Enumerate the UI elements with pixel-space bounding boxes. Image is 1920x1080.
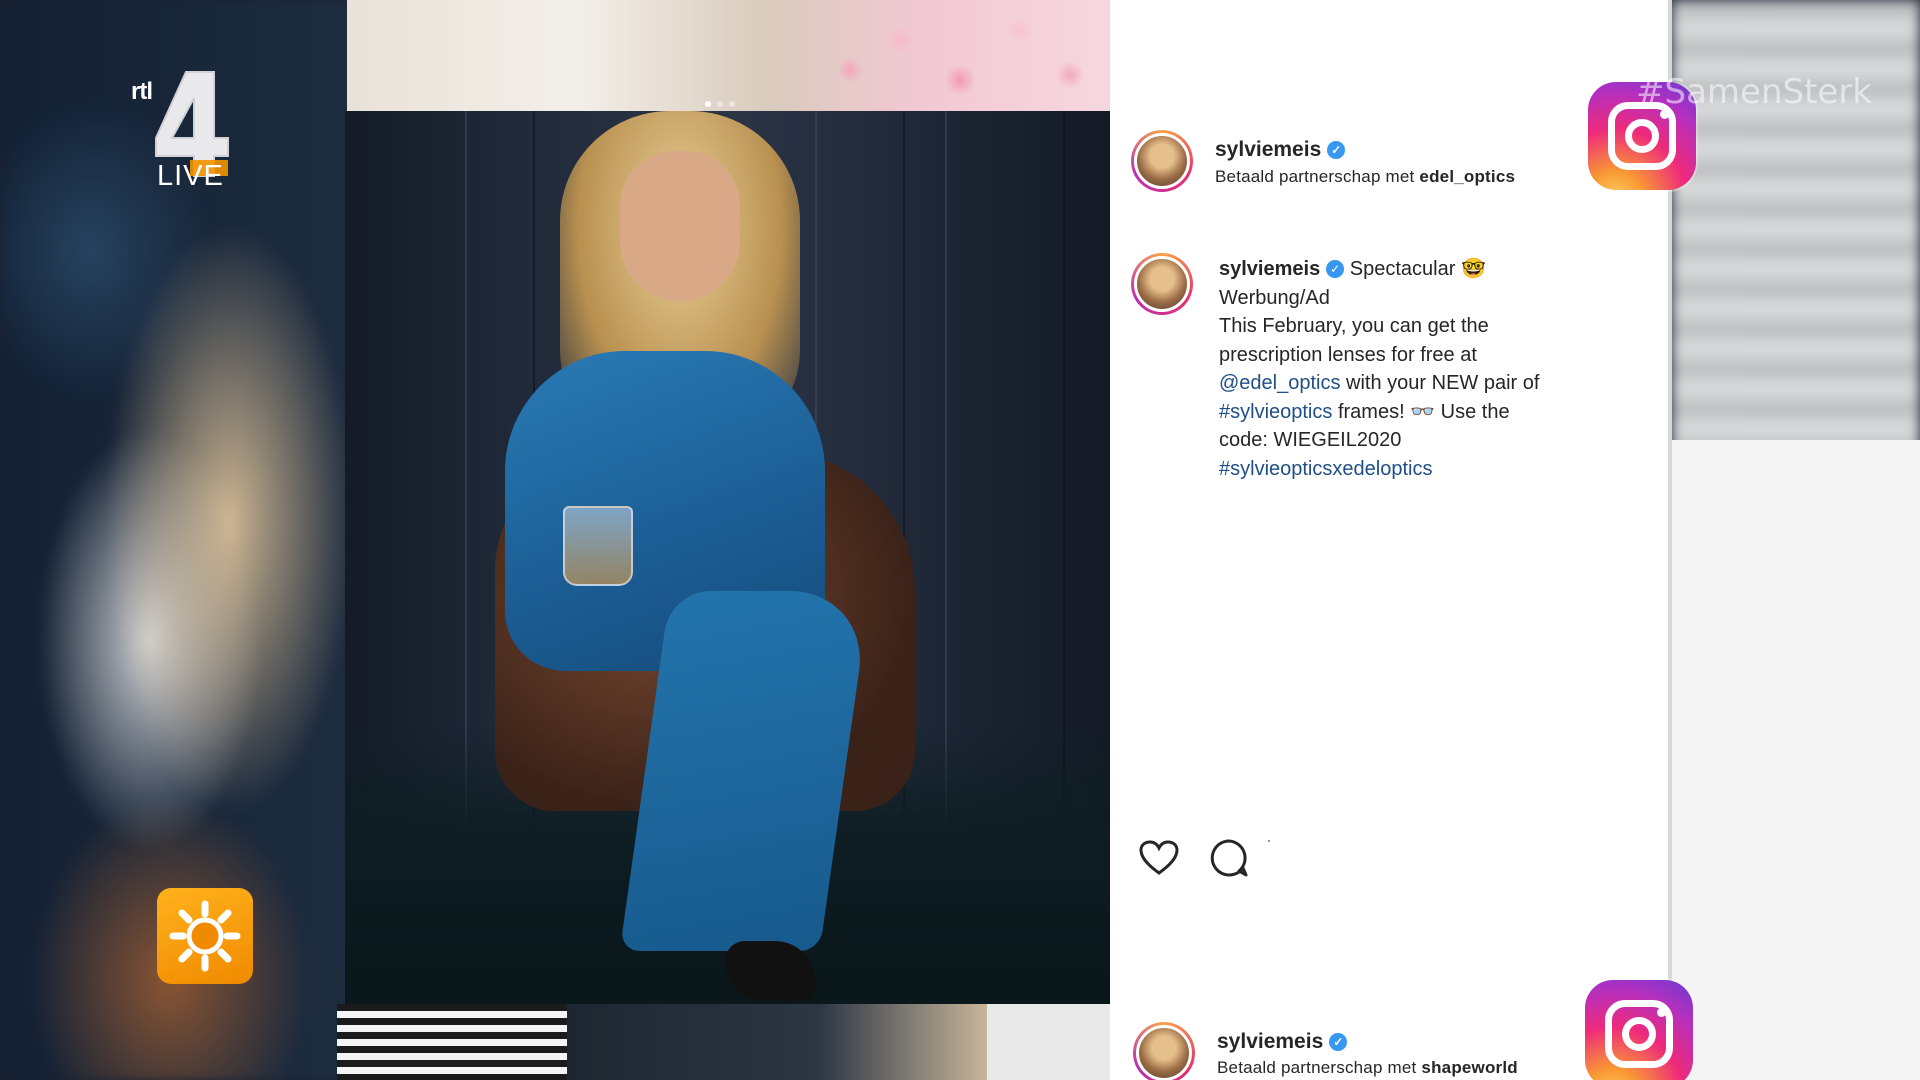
next-image-dark-area — [567, 1004, 987, 1080]
post-panel — [1110, 0, 1668, 1080]
instagram-logo-icon-2 — [1585, 980, 1693, 1080]
partnership-prefix: Betaald partnerschap met — [1215, 167, 1415, 186]
caption-line-4: #sylvieoptics frames! 👓 Use the — [1219, 398, 1639, 427]
next-post-image — [337, 1004, 1110, 1080]
caption-line-ad: Werbung/Ad — [1219, 286, 1330, 309]
post-header-username[interactable]: sylviemeis — [1215, 138, 1321, 161]
post-header-partnership: Betaald partnerschap met edel_optics — [1215, 167, 1515, 187]
post-actions — [1139, 838, 1249, 878]
verified-badge-icon: ✓ — [1327, 141, 1346, 159]
channel-name: rtl — [131, 78, 153, 105]
next-post-partnership: Betaald partnerschap met shapeworld — [1217, 1058, 1518, 1078]
whisky-glass-shape — [563, 506, 633, 586]
caption-first-word: Spectacular 🤓 — [1349, 258, 1486, 280]
comment-icon[interactable] — [1209, 838, 1249, 878]
hashtag-overlay: #SamenSterk — [1636, 72, 1872, 112]
post-image[interactable] — [345, 111, 1110, 1004]
striped-shirt — [337, 1004, 567, 1080]
caption-line-2: prescription lenses for free at — [1219, 343, 1477, 366]
live-label: LIVE — [157, 160, 224, 192]
verified-badge-icon: ✓ — [1326, 260, 1345, 278]
caption-line-1: This February, you can get the — [1219, 315, 1489, 337]
next-partnership-prefix: Betaald partnerschap met — [1217, 1058, 1417, 1077]
caption-line-4-text: frames! 👓 Use the — [1332, 400, 1510, 423]
caption-username[interactable]: sylviemeis — [1219, 258, 1320, 280]
blurred-right-background-lower — [1672, 440, 1920, 1080]
tiny-dot — [1268, 840, 1270, 842]
verified-badge-icon: ✓ — [1329, 1033, 1348, 1051]
next-post-avatar[interactable] — [1133, 1022, 1195, 1080]
partner-link[interactable]: edel_optics — [1419, 167, 1515, 186]
face-shape — [620, 151, 740, 301]
mention-link[interactable]: @edel_optics — [1219, 372, 1340, 394]
next-partner-link[interactable]: shapeworld — [1421, 1058, 1517, 1077]
avatar[interactable] — [1131, 130, 1193, 192]
flowers-decoration — [810, 0, 1110, 111]
carousel-dots — [705, 101, 735, 107]
post-caption: sylviemeis ✓ Spectacular 🤓 Werbung/Ad Thi… — [1219, 255, 1639, 483]
next-post-username-row[interactable]: sylviemeis ✓ — [1217, 1030, 1348, 1054]
caption-line-3-text: with your NEW pair of — [1340, 372, 1540, 394]
hashtag-link-2[interactable]: #sylvieopticsxedeloptics — [1219, 458, 1432, 480]
heart-icon[interactable] — [1139, 840, 1179, 876]
previous-post-image — [347, 0, 1110, 111]
caption-avatar[interactable] — [1131, 253, 1193, 315]
caption-line-5: code: WIEGEIL2020 — [1219, 429, 1402, 451]
sun-logo-icon — [157, 888, 253, 984]
caption-line-3: @edel_optics with your NEW pair of — [1219, 369, 1639, 398]
hashtag-link[interactable]: #sylvieoptics — [1219, 401, 1332, 423]
post-header-username-row[interactable]: sylviemeis ✓ — [1215, 138, 1346, 162]
next-post-username[interactable]: sylviemeis — [1217, 1030, 1323, 1053]
